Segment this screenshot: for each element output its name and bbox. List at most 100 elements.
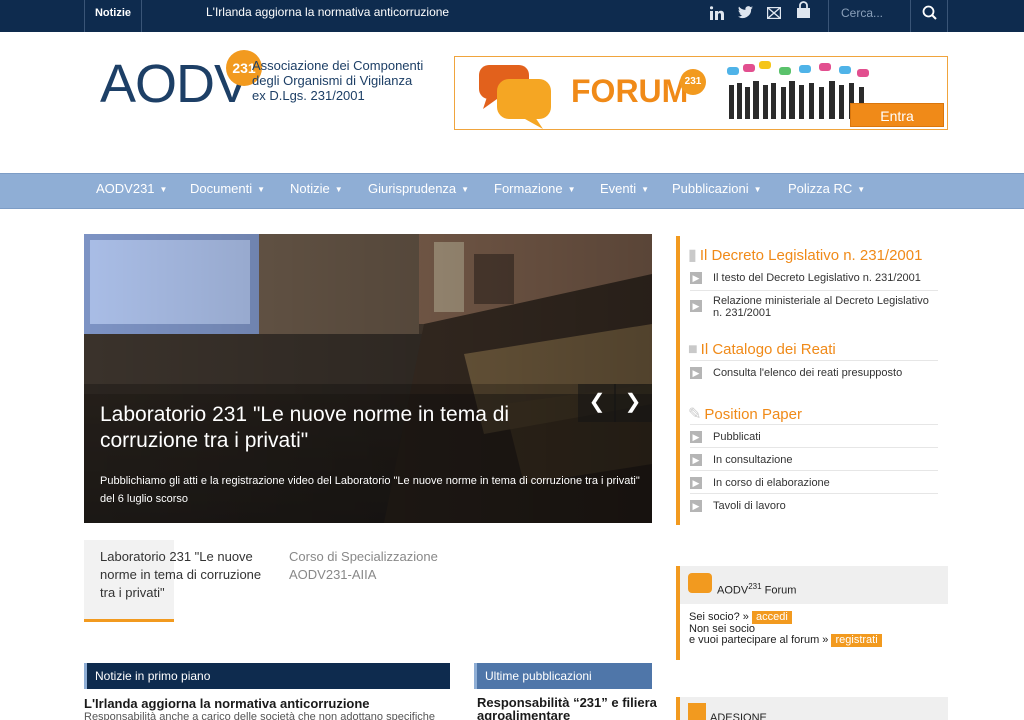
news-section-header: Notizie in primo piano: [84, 663, 450, 689]
forum-banner[interactable]: FORUM 231 Entra: [454, 56, 948, 130]
nav-item-documenti[interactable]: Documenti ▼: [190, 174, 265, 208]
arrow-right-icon: ▶: [690, 454, 702, 466]
chevron-down-icon: ▼: [857, 185, 866, 194]
nav-item-label: Notizie: [290, 181, 330, 196]
forum-register-text: e vuoi partecipare al forum »: [689, 634, 829, 646]
main-nav: AODV231 ▼ Documenti ▼ Notizie ▼ Giurisprude…: [0, 173, 1024, 209]
nav-item-aodv231[interactable]: AODV231 ▼: [96, 174, 167, 208]
arrow-right-icon: ▶: [690, 300, 702, 312]
heading-label: Il Catalogo dei Reati: [700, 341, 836, 358]
nav-item-label: Giurisprudenza: [368, 181, 457, 196]
slide-title[interactable]: Laboratorio 231 "Le nuove norme in tema …: [100, 402, 560, 454]
chevron-down-icon: ▼: [461, 185, 470, 194]
link-label: Pubblicati: [713, 431, 761, 443]
top-bar: Notizie L'Irlanda aggiorna la normativa …: [0, 0, 1024, 32]
nav-item-eventi[interactable]: Eventi ▼: [600, 174, 649, 208]
divider: [690, 290, 938, 291]
nav-item-label: Pubblicazioni: [672, 181, 749, 196]
checklist-icon: [688, 703, 706, 720]
register-button[interactable]: registrati: [831, 634, 882, 647]
logo-subtitle-line: degli Organismi di Vigilanza: [252, 73, 413, 88]
membership-label: ADESIONE: [710, 712, 767, 720]
sidebar-link[interactable]: ▶ Tavoli di lavoro: [690, 500, 940, 512]
forum-login-box: AODV231 Forum Sei socio? » accedi Non se…: [676, 566, 948, 660]
chevron-right-icon: ❯: [624, 391, 642, 413]
slider-prev-button[interactable]: ❮: [578, 384, 616, 422]
forum-box-title: AODV231 Forum: [717, 582, 796, 597]
nav-item-formazione[interactable]: Formazione ▼: [494, 174, 576, 208]
forum-enter-button[interactable]: Entra: [850, 103, 944, 127]
nav-item-pubblicazioni[interactable]: Pubblicazioni ▼: [672, 174, 762, 208]
arrow-right-icon: ▶: [690, 431, 702, 443]
slider-next-button[interactable]: ❯: [614, 384, 652, 422]
news-snippet: Responsabilità anche a carico delle soci…: [84, 711, 436, 720]
linkedin-icon[interactable]: [706, 0, 728, 26]
arrow-right-icon: ▶: [690, 500, 702, 512]
nav-item-label: Documenti: [190, 181, 253, 196]
forum-badge: 231: [680, 69, 706, 95]
news-title-link[interactable]: L'Irlanda aggiorna la normativa anticorr…: [84, 696, 370, 711]
page: Notizie L'Irlanda aggiorna la normativa …: [0, 0, 1024, 720]
arrow-right-icon: ▶: [690, 477, 702, 489]
document-icon: ▮: [688, 247, 697, 264]
search-input[interactable]: [829, 0, 909, 26]
chevron-down-icon: ▼: [641, 185, 650, 194]
search-button[interactable]: [910, 0, 948, 32]
hero-slider[interactable]: Laboratorio 231 "Le nuove norme in tema …: [84, 234, 652, 523]
decreto-heading[interactable]: ▮ Il Decreto Legislativo n. 231/2001: [688, 245, 922, 265]
heading-label: Position Paper: [704, 406, 802, 423]
forum-title: FORUM: [571, 73, 689, 109]
chat-icon: [688, 573, 712, 593]
forum-box-title-suffix: Forum: [761, 584, 797, 597]
position-paper-heading[interactable]: ✎ Position Paper: [688, 404, 802, 424]
chevron-down-icon: ▼: [567, 185, 576, 194]
sidebar-link[interactable]: ▶ Il testo del Decreto Legislativo n. 231…: [690, 272, 940, 284]
divider: [690, 493, 938, 494]
slider-thumb-active[interactable]: Laboratorio 231 "Le nuove norme in tema …: [84, 540, 261, 622]
sidebar-link[interactable]: ▶ Consulta l'elenco dei reati presupposto: [690, 367, 940, 379]
chevron-down-icon: ▼: [753, 185, 762, 194]
login-button[interactable]: accedi: [752, 611, 792, 624]
nav-item-label: Polizza RC: [788, 181, 853, 196]
arrow-right-icon: ▶: [690, 272, 702, 284]
forum-register-line: e vuoi partecipare al forum » registrati: [689, 634, 882, 647]
twitter-icon[interactable]: [734, 0, 756, 26]
sidebar-link[interactable]: ▶ Pubblicati: [690, 431, 940, 443]
forum-box-header: AODV231 Forum: [680, 566, 948, 604]
divider: [690, 424, 938, 425]
nav-item-giurisprudenza[interactable]: Giurisprudenza ▼: [368, 174, 469, 208]
link-label: In consultazione: [713, 454, 793, 466]
search-box: [828, 0, 910, 32]
thumb-label: Laboratorio 231 "Le nuove norme in tema …: [100, 549, 262, 600]
nav-item-label: Formazione: [494, 181, 563, 196]
divider: [690, 447, 938, 448]
link-label: Tavoli di lavoro: [713, 500, 786, 512]
nav-item-polizza-rc[interactable]: Polizza RC ▼: [788, 174, 865, 208]
forum-box-title-sup: 231: [748, 582, 762, 591]
nav-item-label: AODV231: [96, 181, 155, 196]
divider: [690, 360, 938, 361]
sidebar-link[interactable]: ▶ In corso di elaborazione: [690, 477, 940, 489]
link-label: Il testo del Decreto Legislativo n. 231/…: [713, 272, 921, 284]
site-logo[interactable]: AODV 231 Associazione dei Componenti deg…: [100, 50, 440, 120]
catalogo-heading[interactable]: ■ Il Catalogo dei Reati: [688, 341, 836, 359]
lock-icon[interactable]: [792, 0, 814, 26]
chevron-left-icon: ❮: [588, 391, 606, 413]
logo-subtitle-line: ex D.Lgs. 231/2001: [252, 88, 365, 103]
heading-label: Il Decreto Legislativo n. 231/2001: [699, 247, 923, 264]
nav-item-notizie[interactable]: Notizie ▼: [290, 174, 343, 208]
link-label: In corso di elaborazione: [713, 477, 830, 489]
sidebar-links-panel: ▮ Il Decreto Legislativo n. 231/2001 ▶ Il …: [676, 236, 948, 525]
news-ticker-link[interactable]: L'Irlanda aggiorna la normativa anticorr…: [206, 0, 449, 32]
sidebar-link[interactable]: ▶ Relazione ministeriale al Decreto Legis…: [690, 295, 940, 319]
slider-thumb[interactable]: Corso di Specializzazione AODV231-AIIA: [289, 540, 469, 622]
paperclip-icon: ✎: [688, 406, 702, 423]
sidebar-link[interactable]: ▶ In consultazione: [690, 454, 940, 466]
email-icon[interactable]: [763, 0, 785, 26]
membership-box[interactable]: ADESIONE: [676, 697, 948, 720]
divider: [690, 470, 938, 471]
link-label: Relazione ministeriale al Decreto Legisl…: [713, 295, 929, 319]
thumb-label: Corso di Specializzazione AODV231-AIIA: [289, 549, 438, 582]
publication-title-link[interactable]: Responsabilità “231” e filiera agroalime…: [477, 696, 657, 720]
forum-box-title-text: AODV: [717, 584, 749, 597]
